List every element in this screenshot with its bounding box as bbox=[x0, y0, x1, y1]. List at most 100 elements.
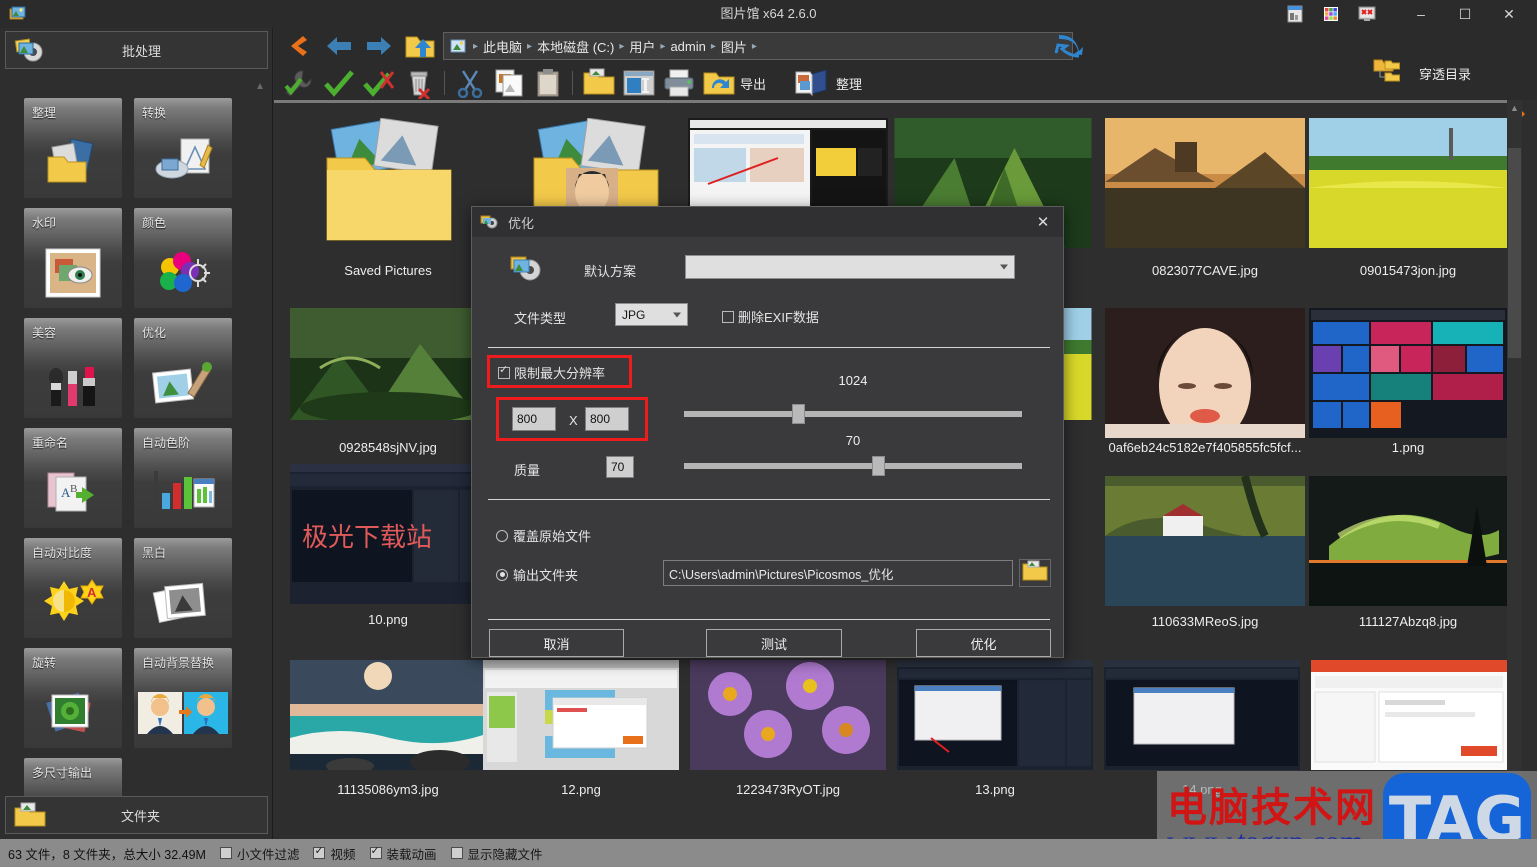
slider-knob[interactable] bbox=[872, 456, 885, 476]
organize-book-icon[interactable] bbox=[794, 67, 830, 99]
sidebar-tile-auto-levels[interactable]: 自动色阶 bbox=[134, 428, 232, 528]
optimize-button[interactable]: 优化 bbox=[916, 629, 1051, 657]
export-label[interactable]: 导出 bbox=[740, 74, 766, 93]
sidebar-tile-rename[interactable]: 重命名 A B bbox=[24, 428, 122, 528]
browse-folder-button[interactable] bbox=[1019, 559, 1051, 587]
print-icon[interactable] bbox=[662, 67, 696, 99]
close-button[interactable]: ✕ bbox=[1487, 0, 1531, 28]
back-arrow-icon[interactable] bbox=[324, 32, 354, 60]
thumbnail-image bbox=[688, 118, 888, 210]
color-palette-icon[interactable] bbox=[1321, 5, 1341, 23]
quality-input[interactable]: 70 bbox=[606, 456, 634, 478]
max-width-input[interactable]: 800 bbox=[512, 407, 556, 431]
back-orange-icon[interactable] bbox=[284, 32, 312, 60]
output-path-input[interactable]: C:\Users\admin\Pictures\Picosmos_优化 bbox=[663, 560, 1013, 586]
grid-item[interactable]: 极光下载站 10.png bbox=[288, 460, 488, 660]
resolution-slider[interactable] bbox=[684, 411, 1022, 417]
sidebar-tile-optimize[interactable]: 优化 bbox=[134, 318, 232, 418]
tile-label: 优化 bbox=[142, 324, 166, 341]
sidebar-scrollbar[interactable]: ▲ ▼ bbox=[254, 80, 266, 820]
breadcrumb-item-3[interactable]: admin bbox=[670, 39, 705, 54]
grid-item[interactable]: 11135086ym3.jpg bbox=[288, 650, 488, 830]
grid-item[interactable]: 13.png bbox=[895, 650, 1095, 830]
preset-select[interactable] bbox=[685, 255, 1015, 279]
batch-process-header[interactable]: 批处理 bbox=[5, 31, 268, 69]
sidebar-tile-black-white[interactable]: 黑白 bbox=[134, 538, 232, 638]
refresh-icon[interactable] bbox=[1053, 30, 1085, 62]
limit-resolution-checkbox[interactable]: 限制最大分辨率 bbox=[498, 363, 605, 382]
quality-slider[interactable] bbox=[684, 463, 1022, 469]
grid-item[interactable]: 09015473jon.jpg bbox=[1305, 108, 1511, 303]
delete-icon[interactable] bbox=[402, 66, 436, 99]
checkbox-box bbox=[722, 311, 734, 323]
export-icon[interactable] bbox=[702, 67, 736, 99]
grid-top-divider bbox=[274, 100, 1522, 103]
up-folder-icon[interactable] bbox=[404, 30, 436, 62]
status-check-small-file-filter[interactable]: 小文件过滤 bbox=[220, 844, 300, 863]
grid-item[interactable]: 111127Abzq8.jpg bbox=[1305, 472, 1511, 667]
overwrite-original-radio[interactable]: 覆盖原始文件 bbox=[496, 526, 591, 545]
status-check-show-hidden-files[interactable]: 显示隐藏文件 bbox=[451, 844, 543, 863]
dialog-close-button[interactable]: ✕ bbox=[1023, 207, 1063, 237]
sidebar-tile-auto-contrast[interactable]: 自动对比度 A bbox=[24, 538, 122, 638]
grid-item[interactable]: 12.png bbox=[481, 650, 681, 830]
content-scrollbar[interactable]: ▲ ▼ bbox=[1507, 100, 1522, 839]
grid-item[interactable]: 1223473RyOT.jpg bbox=[688, 650, 888, 830]
cut-icon[interactable] bbox=[454, 67, 486, 99]
deselect-all-icon[interactable] bbox=[362, 67, 396, 99]
dimension-separator-label: X bbox=[569, 413, 578, 428]
filetype-select[interactable]: JPG bbox=[615, 303, 688, 326]
screen-icon[interactable] bbox=[1357, 5, 1377, 23]
new-folder-icon[interactable] bbox=[582, 67, 616, 99]
status-check-video[interactable]: 视频 bbox=[313, 844, 355, 863]
slider-knob[interactable] bbox=[792, 404, 805, 424]
sidebar-tile-auto-background-replace[interactable]: 自动背景替换 bbox=[134, 648, 232, 748]
grid-item[interactable]: 110633MReoS.jpg bbox=[1100, 472, 1310, 667]
sidebar-tile-rotate[interactable]: 旋转 bbox=[24, 648, 122, 748]
select-all-icon[interactable] bbox=[322, 67, 356, 99]
breadcrumb-item-4[interactable]: 图片 bbox=[721, 37, 747, 56]
rename-window-icon[interactable] bbox=[622, 68, 656, 98]
select-tool-icon[interactable] bbox=[282, 67, 316, 99]
crumb-separator: ▸ bbox=[750, 41, 759, 52]
test-button[interactable]: 测试 bbox=[706, 629, 842, 657]
grid-item[interactable]: Saved Pictures bbox=[288, 108, 488, 303]
minimize-button[interactable]: – bbox=[1399, 0, 1443, 28]
forward-arrow-icon[interactable] bbox=[364, 32, 394, 60]
quality-slider-value: 70 bbox=[764, 433, 942, 448]
max-height-value: 800 bbox=[590, 412, 610, 426]
paste-icon[interactable] bbox=[532, 67, 564, 99]
scroll-up-icon[interactable]: ▲ bbox=[254, 80, 266, 94]
sidebar-tile-convert[interactable]: 转换 bbox=[134, 98, 232, 198]
copy-icon[interactable] bbox=[492, 67, 526, 99]
thumbnail-image bbox=[313, 118, 463, 248]
max-height-input[interactable]: 800 bbox=[585, 407, 629, 431]
output-folder-radio[interactable]: 输出文件夹 bbox=[496, 565, 578, 584]
grid-item[interactable]: 0823077CAVE.jpg bbox=[1100, 108, 1310, 303]
item-caption: 09015473jon.jpg bbox=[1305, 263, 1511, 278]
scrollbar-thumb[interactable] bbox=[1508, 148, 1521, 358]
address-bar[interactable]: ▸ 此电脑 ▸ 本地磁盘 (C:) ▸ 用户 ▸ admin ▸ 图片 ▸ bbox=[443, 32, 1073, 60]
convert-icon bbox=[134, 130, 232, 196]
breadcrumb-item-2[interactable]: 用户 bbox=[629, 37, 655, 56]
breadcrumb-item-0[interactable]: 此电脑 bbox=[483, 37, 522, 56]
sidebar: 批处理 整理 转换 bbox=[0, 28, 273, 839]
maximize-button[interactable]: ☐ bbox=[1443, 0, 1487, 28]
status-check-load-animation[interactable]: 装载动画 bbox=[370, 844, 437, 863]
folder-button[interactable]: 文件夹 bbox=[5, 796, 268, 834]
output-folder-label: 输出文件夹 bbox=[513, 565, 578, 584]
grid-item[interactable]: 1.png bbox=[1305, 300, 1511, 495]
limit-resolution-label: 限制最大分辨率 bbox=[514, 363, 605, 382]
scroll-up-icon[interactable]: ▲ bbox=[1507, 100, 1522, 116]
sidebar-tile-organize[interactable]: 整理 bbox=[24, 98, 122, 198]
grid-item[interactable]: 0af6eb24c5182e7f405855fc5fcf... bbox=[1100, 300, 1310, 495]
title-bar: 图片馆 x64 2.6.0 bbox=[0, 0, 1537, 28]
sidebar-tile-beauty[interactable]: 美容 bbox=[24, 318, 122, 418]
remove-exif-checkbox[interactable]: 删除EXIF数据 bbox=[722, 307, 819, 326]
cancel-button[interactable]: 取消 bbox=[489, 629, 624, 657]
report-icon[interactable] bbox=[1285, 5, 1305, 23]
breadcrumb-item-1[interactable]: 本地磁盘 (C:) bbox=[537, 37, 614, 56]
sidebar-tile-color[interactable]: 颜色 bbox=[134, 208, 232, 308]
sidebar-tile-watermark[interactable]: 水印 bbox=[24, 208, 122, 308]
organize-label[interactable]: 整理 bbox=[836, 74, 862, 93]
